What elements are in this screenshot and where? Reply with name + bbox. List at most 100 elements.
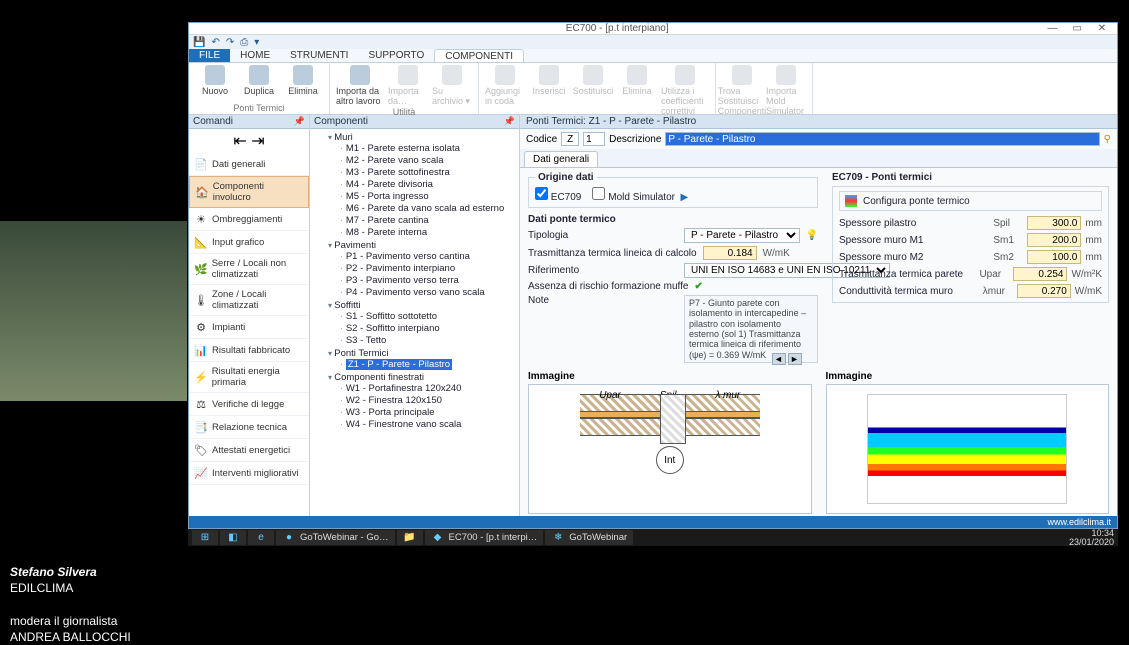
- tree-group[interactable]: Ponti TermiciZ1 - P - Parete - Pilastro: [328, 347, 517, 371]
- tree-item[interactable]: P2 - Pavimento interpiano: [340, 263, 517, 275]
- tab-dati-generali[interactable]: Dati generali: [524, 151, 598, 167]
- ribbon-plus-button[interactable]: Nuovo: [195, 65, 235, 96]
- param-input[interactable]: [1017, 284, 1071, 298]
- taskbar-item[interactable]: e: [248, 530, 274, 545]
- numero-input[interactable]: [583, 132, 605, 146]
- code-row: Codice Descrizione ⚲: [520, 129, 1117, 149]
- tree-item[interactable]: S1 - Soffitto sottotetto: [340, 311, 517, 323]
- prev-image-button[interactable]: ◄: [772, 353, 786, 365]
- next-image-button[interactable]: ►: [788, 353, 802, 365]
- tree-item[interactable]: W4 - Finestrone vano scala: [340, 419, 517, 431]
- collapse-handle[interactable]: ⇤ ⇥: [189, 129, 309, 153]
- cmd-risultati-fabbricato[interactable]: 📊Risultati fabbricato: [189, 339, 309, 362]
- cmd-input-grafico[interactable]: 📐Input grafico: [189, 231, 309, 254]
- trasmittanza-input[interactable]: [703, 246, 757, 260]
- param-input[interactable]: [1027, 250, 1081, 264]
- tree-item[interactable]: P1 - Pavimento verso cantina: [340, 251, 517, 263]
- taskbar-item[interactable]: ●GoToWebinar - Go…: [276, 530, 395, 545]
- configura-button[interactable]: Configura ponte termico: [839, 191, 1102, 211]
- taskbar-clock[interactable]: 10:3423/01/2020: [1069, 529, 1114, 547]
- print-icon[interactable]: ⎙: [240, 37, 248, 48]
- taskbar-item[interactable]: ❄GoToWebinar: [545, 530, 633, 545]
- link-icon[interactable]: ⚲: [1104, 134, 1111, 145]
- tree-item[interactable]: S3 - Tetto: [340, 335, 517, 347]
- menu-componenti[interactable]: COMPONENTI: [434, 49, 524, 62]
- ribbon: NuovoDuplicaEliminaPonti TermiciImporta …: [189, 63, 1117, 115]
- codice-input[interactable]: [561, 132, 579, 146]
- tree-item[interactable]: W1 - Portafinestra 120x240: [340, 383, 517, 395]
- cmd-impianti[interactable]: ⚙Impianti: [189, 316, 309, 339]
- menu-down-icon[interactable]: ▾: [254, 37, 259, 48]
- menu-supporto[interactable]: SUPPORTO: [358, 49, 434, 62]
- tree-group[interactable]: MuriM1 - Parete esterna isolataM2 - Pare…: [328, 131, 517, 239]
- cmd-ombreggiamenti[interactable]: ☀Ombreggiamenti: [189, 208, 309, 231]
- tipologia-select[interactable]: P - Parete - Pilastro: [684, 228, 800, 243]
- tree-item[interactable]: P4 - Pavimento verso vano scala: [340, 287, 517, 299]
- cmd-icon: 📈: [194, 466, 208, 480]
- ribbon-import2-button: Importa da…: [388, 65, 428, 106]
- tree-item[interactable]: M3 - Parete sottofinestra: [340, 167, 517, 179]
- ec709-checkbox[interactable]: EC709: [535, 192, 581, 203]
- taskbar-icon: ●: [282, 531, 296, 545]
- tree-group[interactable]: Componenti finestratiW1 - Portafinestra …: [328, 371, 517, 431]
- taskbar-item[interactable]: ◧: [220, 530, 246, 545]
- cmd-attestati-energetici[interactable]: 🏷Attestati energetici: [189, 439, 309, 462]
- tree-item[interactable]: M5 - Porta ingresso: [340, 191, 517, 203]
- close-button[interactable]: ✕: [1091, 23, 1113, 34]
- tree-item-selected[interactable]: Z1 - P - Parete - Pilastro: [346, 359, 452, 370]
- tree-group[interactable]: SoffittiS1 - Soffitto sottotettoS2 - Sof…: [328, 299, 517, 347]
- redo-icon[interactable]: ↷: [226, 37, 234, 48]
- tree-item[interactable]: M8 - Parete interna: [340, 227, 517, 239]
- cmd-relazione-tecnica[interactable]: 📑Relazione tecnica: [189, 416, 309, 439]
- descrizione-input[interactable]: [665, 132, 1099, 146]
- undo-icon[interactable]: ↶: [211, 37, 219, 48]
- param-input[interactable]: [1027, 233, 1081, 247]
- menu-file[interactable]: FILE: [189, 49, 230, 62]
- param-input[interactable]: [1027, 216, 1081, 230]
- taskbar-item[interactable]: 📁: [397, 530, 423, 545]
- pin-icon[interactable]: 📌: [504, 116, 515, 127]
- cmd-interventi-migliorativi[interactable]: 📈Interventi migliorativi: [189, 462, 309, 485]
- ribbon-import-button[interactable]: Importa da altro lavoro: [336, 65, 384, 106]
- tree-group[interactable]: PavimentiP1 - Pavimento verso cantinaP2 …: [328, 239, 517, 299]
- save-icon[interactable]: 💾: [193, 37, 205, 48]
- cmd-icon: 📑: [194, 420, 208, 434]
- taskbar-item[interactable]: ⊞: [192, 530, 218, 545]
- detail-panel: Ponti Termici: Z1 - P - Parete - Pilastr…: [520, 115, 1117, 516]
- cmd-verifiche-di-legge[interactable]: ⚖Verifiche di legge: [189, 393, 309, 416]
- menu-strumenti[interactable]: STRUMENTI: [280, 49, 358, 62]
- titlebar: EC700 - [p.t interpiano] — ▭ ✕: [189, 23, 1117, 35]
- mold-checkbox[interactable]: Mold Simulator: [592, 192, 674, 203]
- cmd-serre-locali-non-climatizzati[interactable]: 🌿Serre / Locali non climatizzati: [189, 254, 309, 285]
- cmd-zone-locali-climatizzati[interactable]: 🌡Zone / Locali climatizzati: [189, 285, 309, 316]
- tree-item[interactable]: M4 - Parete divisoria: [340, 179, 517, 191]
- param-input[interactable]: [1013, 267, 1067, 281]
- tree-item[interactable]: M7 - Parete cantina: [340, 215, 517, 227]
- play-icon[interactable]: ▶: [681, 192, 689, 203]
- tree-item[interactable]: P3 - Pavimento verso terra: [340, 275, 517, 287]
- tree-item[interactable]: M6 - Parete da vano scala ad esterno: [340, 203, 517, 215]
- hint-icon[interactable]: 💡: [806, 230, 818, 241]
- ribbon-delete-button[interactable]: Elimina: [283, 65, 323, 96]
- menu-home[interactable]: HOME: [230, 49, 280, 62]
- minimize-button[interactable]: —: [1041, 23, 1063, 34]
- tree-item[interactable]: S2 - Soffitto interpiano: [340, 323, 517, 335]
- maximize-button[interactable]: ▭: [1066, 23, 1088, 34]
- tree-item[interactable]: M1 - Parete esterna isolata: [340, 143, 517, 155]
- ribbon-ins-button: Inserisci: [529, 65, 569, 96]
- taskbar-item[interactable]: ◆EC700 - [p.t interpi…: [425, 530, 544, 545]
- tree-item[interactable]: W2 - Finestra 120x150: [340, 395, 517, 407]
- cmd-risultati-energia-primaria[interactable]: ⚡Risultati energia primaria: [189, 362, 309, 393]
- tree-item[interactable]: M2 - Parete vano scala: [340, 155, 517, 167]
- tree-item[interactable]: W3 - Porta principale: [340, 407, 517, 419]
- components-tree[interactable]: MuriM1 - Parete esterna isolataM2 - Pare…: [310, 129, 519, 516]
- menu-bar: FILE HOME STRUMENTI SUPPORTO COMPONENTI: [189, 49, 1117, 63]
- ribbon-copy-button[interactable]: Duplica: [239, 65, 279, 96]
- thermal-image: [826, 384, 1110, 514]
- cmd-dati-generali[interactable]: 📄Dati generali: [189, 153, 309, 176]
- cmd-componenti-involucro[interactable]: 🏠Componenti involucro: [189, 176, 309, 208]
- window-title: EC700 - [p.t interpiano]: [193, 23, 1041, 34]
- pin-icon[interactable]: 📌: [294, 116, 305, 127]
- param-row: Spessore pilastroSpilmm: [839, 216, 1102, 230]
- cmd-icon: 🏠: [195, 185, 209, 199]
